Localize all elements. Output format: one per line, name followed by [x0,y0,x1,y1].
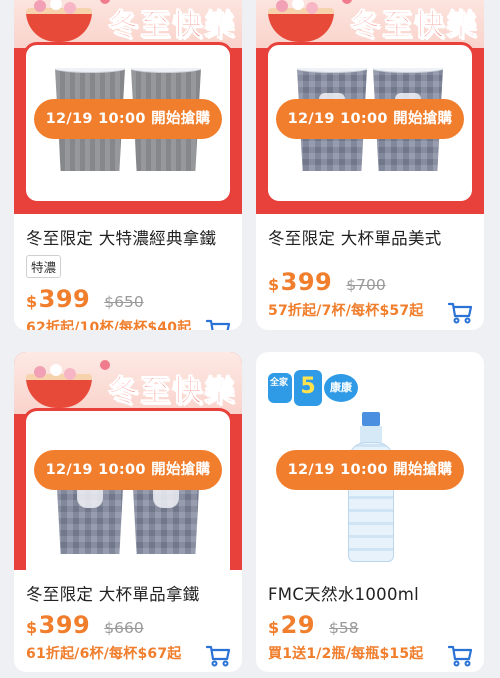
shopping-cart-icon[interactable] [448,645,474,667]
sale-start-pill: 12/19 10:00 開始搶購 [276,99,464,139]
product-tag: 特濃 [26,255,62,278]
price-row: $29 $58 [268,611,472,639]
sale-price: $399 [268,268,333,296]
banner-title: 冬至快樂 [108,374,236,410]
price-row: $399 $660 [26,611,230,639]
product-card[interactable]: 冬至快樂 12/19 10:00 開始搶購 冬至限定 大杯單品拿鐵 $399 $… [14,352,242,672]
original-price: $660 [104,619,144,637]
product-image[interactable]: 冬至快樂 12/19 10:00 開始搶購 [256,0,484,214]
banner-title: 冬至快樂 [350,8,478,44]
sale-price: $399 [26,285,91,313]
promo-text: 62折起/10杯/每杯$40起 [26,320,192,330]
product-card[interactable]: 冬至快樂 12/19 10:00 開始搶購 冬至限定 大杯單品美式 $399 $… [256,0,484,330]
product-name[interactable]: 冬至限定 大杯單品美式 [268,225,472,249]
product-image[interactable]: 冬至快樂 12/19 10:00 開始搶購 [14,0,242,214]
banner-title: 冬至快樂 [108,8,236,44]
promo-text: 買1送1/2瓶/每瓶$15起 [268,646,424,662]
logo-part-a: 全家 [268,373,292,403]
logo-part-b: 5 [294,370,322,406]
fmc-logo: 全家 5 康康 [268,370,358,406]
logo-part-c: 康康 [324,374,358,402]
tangyuan-bowl-icon [268,0,334,42]
promo-text: 57折起/7杯/每杯$57起 [268,303,424,319]
shopping-cart-icon[interactable] [448,302,474,324]
product-image[interactable]: 全家 5 康康 12/19 10:00 開始搶購 [256,352,484,570]
promo-text: 61折起/6杯/每杯$67起 [26,646,182,662]
tangyuan-bowl-icon [26,0,92,42]
sale-start-pill: 12/19 10:00 開始搶購 [34,450,222,490]
product-name[interactable]: 冬至限定 大杯單品拿鐵 [26,581,230,605]
sale-start-pill: 12/19 10:00 開始搶購 [276,450,464,490]
sale-price: $29 [268,611,316,639]
price-row: $399 $650 [26,285,230,313]
product-image[interactable]: 冬至快樂 12/19 10:00 開始搶購 [14,352,242,570]
product-name[interactable]: FMC天然水1000ml [268,581,472,605]
festive-banner: 冬至快樂 [14,352,242,414]
original-price: $700 [346,276,386,294]
original-price: $58 [329,619,359,637]
product-card[interactable]: 冬至快樂 12/19 10:00 開始搶購 冬至限定 大特濃經典拿鐵 特濃 $3… [14,0,242,330]
sale-price: $399 [26,611,91,639]
shopping-cart-icon[interactable] [206,645,232,667]
original-price: $650 [104,293,144,311]
shopping-cart-icon[interactable] [206,319,232,330]
product-card[interactable]: 全家 5 康康 12/19 10:00 開始搶購 FMC天然水1000ml $2… [256,352,484,672]
price-row: $399 $700 [268,268,472,296]
tangyuan-bowl-icon [26,366,92,408]
sale-start-pill: 12/19 10:00 開始搶購 [34,99,222,139]
festive-banner: 冬至快樂 [14,0,242,48]
festive-banner: 冬至快樂 [256,0,484,48]
product-name[interactable]: 冬至限定 大特濃經典拿鐵 [26,225,230,249]
